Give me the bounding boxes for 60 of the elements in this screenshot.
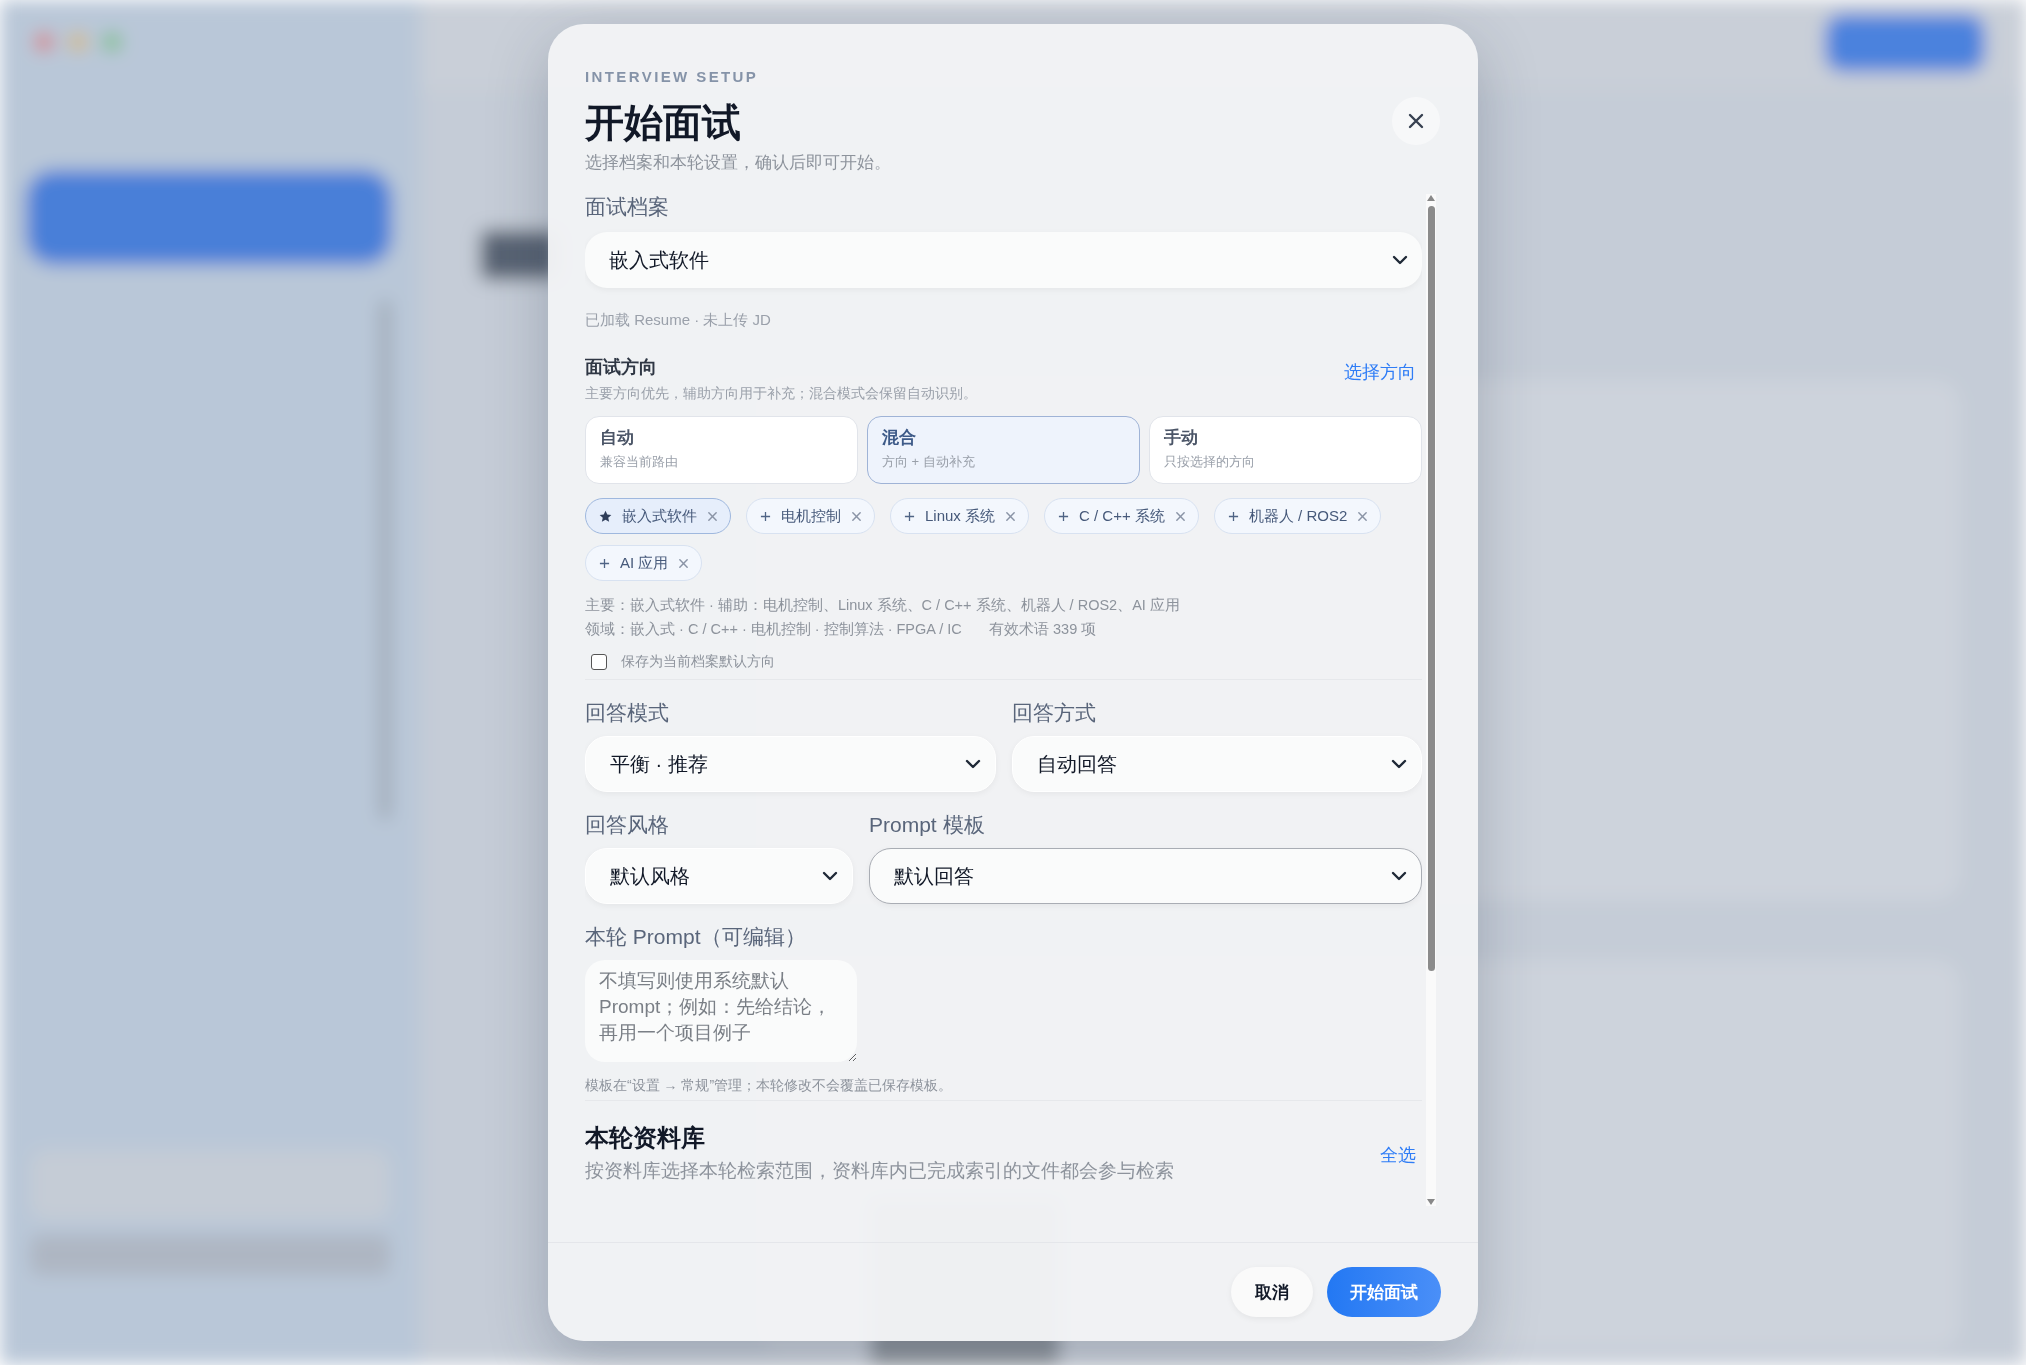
topic-chip[interactable]: 嵌入式软件	[585, 498, 731, 534]
start-button[interactable]: 开始面试	[1327, 1267, 1441, 1317]
close-icon[interactable]	[678, 557, 690, 569]
dialog-eyebrow: INTERVIEW SETUP	[585, 68, 759, 86]
scroll-up-icon[interactable]	[1426, 194, 1436, 202]
profile-dropdown[interactable]: 嵌入式软件	[585, 232, 1422, 288]
section-description: 主要方向优先，辅助方向用于补充；混合模式会保留自动识别。	[585, 384, 977, 402]
cancel-button[interactable]: 取消	[1231, 1267, 1313, 1317]
plus-icon	[904, 510, 915, 522]
summary-line: 主要：嵌入式软件 · 辅助：电机控制、Linux 系统、C / C++ 系统、机器人 / ROS2、AI 应用	[585, 596, 1180, 615]
chevron-down-icon	[964, 759, 981, 769]
field-label: 面试档案	[585, 194, 669, 220]
field-label: 回答方式	[1011, 700, 1097, 726]
dropdown[interactable]: 自动回答	[1011, 736, 1422, 792]
plus-icon	[760, 510, 771, 522]
chevron-down-icon	[1392, 255, 1408, 265]
field-label: 回答风格	[585, 812, 670, 838]
field-label: 回答模式	[585, 700, 670, 726]
topic-chip[interactable]: C / C++ 系统	[1044, 498, 1199, 534]
plus-icon	[1227, 510, 1239, 522]
close-icon[interactable]	[1005, 510, 1017, 522]
prompt-field[interactable]: 不填写则使用系统默认Prompt；例如：先给结论，再用一个项目例子	[585, 960, 857, 1062]
close-icon	[1407, 112, 1425, 130]
close-icon[interactable]	[1357, 510, 1369, 522]
dialog-title: 开始面试	[585, 100, 741, 146]
topic-chip[interactable]: 电机控制	[746, 498, 875, 534]
section-description: 按资料库选择本轮检索范围，资料库内已完成索引的文件都会参与检索	[585, 1159, 1174, 1183]
dropdown[interactable]: 默认风格	[585, 848, 853, 904]
dropdown[interactable]: 默认回答	[869, 848, 1422, 904]
close-icon[interactable]	[851, 510, 862, 522]
chevron-down-icon	[1391, 759, 1407, 769]
field-label: Prompt 模板	[869, 812, 986, 838]
template-note: 模板在“设置 → 常规”管理；本轮修改不会覆盖已保存模板。	[585, 1076, 953, 1094]
topic-chip[interactable]: AI 应用	[585, 545, 703, 581]
chevron-down-icon	[1391, 871, 1407, 881]
scroll-down-icon[interactable]	[1426, 1198, 1436, 1206]
section-title: 面试方向	[585, 356, 657, 378]
chevron-down-icon	[822, 871, 838, 881]
term-count: 有效术语 339 项	[989, 620, 1097, 639]
close-button[interactable]	[1392, 97, 1440, 145]
section-title: 本轮资料库	[585, 1123, 705, 1153]
topic-chip[interactable]: Linux 系统	[890, 498, 1030, 534]
mode-option[interactable]: 混合 方向 + 自动补充	[867, 416, 1140, 484]
checkbox[interactable]	[591, 654, 607, 670]
scrollbar[interactable]	[1426, 194, 1436, 1206]
mode-option[interactable]: 自动 兼容当前路由	[585, 416, 858, 484]
plus-icon	[599, 557, 610, 569]
topic-chip[interactable]: 机器人 / ROS2	[1213, 498, 1382, 534]
mode-option[interactable]: 手动 只按选择的方向	[1149, 416, 1422, 484]
plus-icon	[1058, 510, 1070, 522]
dialog-subtitle: 选择档案和本轮设置，确认后即可开始。	[585, 152, 891, 174]
summary-line: 领域：嵌入式 · C / C++ · 电机控制 · 控制算法 · FPGA / IC	[585, 620, 962, 639]
close-icon[interactable]	[707, 510, 718, 522]
dropdown[interactable]: 平衡 · 推荐	[585, 736, 996, 792]
profile-status: 已加载 Resume · 未上传 JD	[585, 310, 771, 330]
field-label: 本轮 Prompt（可编辑）	[585, 924, 806, 950]
checkbox-label: 保存为当前档案默认方向	[621, 653, 775, 671]
star-icon	[599, 509, 612, 523]
select-all-link[interactable]: 全选	[1380, 1143, 1416, 1167]
close-icon[interactable]	[1174, 510, 1186, 522]
